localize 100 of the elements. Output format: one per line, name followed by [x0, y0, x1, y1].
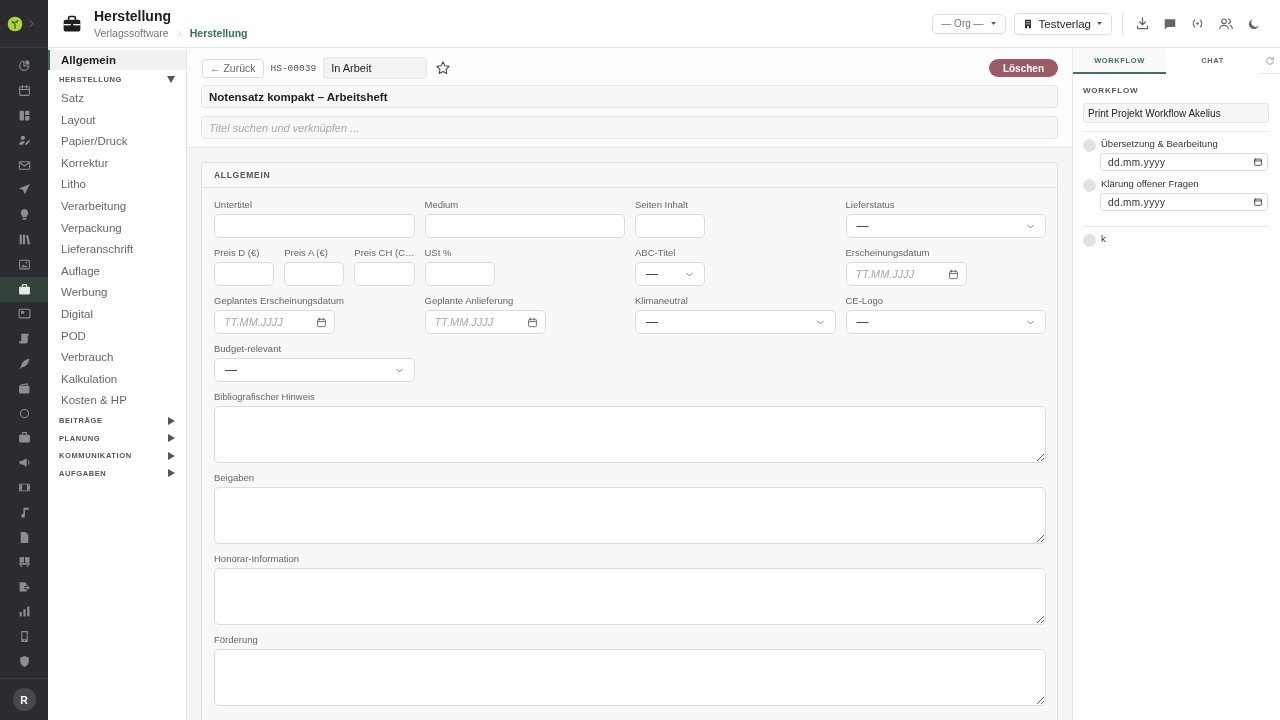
refresh-icon[interactable] — [1264, 55, 1275, 66]
breadcrumb-link[interactable]: Verlagssoftware — [94, 26, 169, 40]
select-field[interactable]: — — [635, 262, 705, 286]
textarea-field[interactable] — [214, 406, 1046, 463]
field-label: Preis A (€) — [284, 246, 328, 259]
tenant-dropdown[interactable]: Testverlag — [1013, 12, 1112, 35]
field-label: Budget-relevant — [214, 342, 282, 355]
nav-item[interactable]: Verpackung — [48, 217, 186, 240]
search-field[interactable]: Titel suchen und verknüpfen ... — [201, 116, 1058, 139]
field-label: Bibliografischer Hinweis — [214, 390, 315, 403]
title-field[interactable]: Notensatz kompakt – Arbeitsheft — [201, 85, 1058, 108]
field-label: Förderung — [214, 633, 258, 646]
export-icon — [17, 580, 31, 594]
nav-item[interactable]: Satz — [48, 88, 186, 110]
chat-icon[interactable] — [1163, 16, 1177, 31]
feather-icon — [17, 357, 31, 371]
status-dot-icon[interactable] — [1083, 234, 1096, 247]
nav-item[interactable]: Papier/Druck — [48, 131, 186, 153]
date-field[interactable]: dd.mm.yyyy — [1100, 193, 1268, 211]
card-icon — [17, 307, 31, 321]
nav-item[interactable]: Verbrauch — [48, 347, 186, 369]
calendar-icon[interactable] — [526, 316, 538, 328]
nav-item[interactable]: Layout — [48, 109, 186, 132]
text-field[interactable] — [424, 262, 495, 286]
megaphone-icon — [17, 456, 31, 470]
date-field[interactable]: TT.MM.JJJJ — [424, 310, 546, 334]
field-label: CE-Logo — [845, 294, 883, 307]
nav-item[interactable]: Litho — [48, 174, 186, 196]
text-field[interactable] — [284, 262, 345, 286]
logo-icon[interactable] — [7, 15, 23, 32]
calendar-icon[interactable] — [316, 316, 327, 328]
field-label: Medium — [424, 198, 459, 211]
download-icon[interactable] — [1135, 16, 1150, 31]
nav-item[interactable]: Werbung — [48, 282, 186, 304]
status-dot-icon[interactable] — [1083, 139, 1096, 152]
scroll-icon — [17, 332, 31, 346]
select-field[interactable]: — — [845, 214, 1046, 238]
org-dropdown[interactable]: — Org — — [932, 13, 1006, 34]
broadcast-icon[interactable] — [1190, 16, 1205, 31]
building-icon — [1022, 18, 1033, 29]
textarea-field[interactable] — [214, 487, 1046, 544]
nav-item[interactable]: Kosten & HP — [48, 390, 186, 412]
nav-item[interactable]: Korrektur — [48, 152, 186, 175]
text-field[interactable] — [214, 214, 415, 238]
date-field[interactable]: TT.MM.JJJJ — [214, 310, 335, 334]
back-button[interactable]: ← Zurück — [202, 58, 264, 78]
nav-item[interactable]: Kalkulation — [48, 368, 186, 391]
text-field[interactable] — [354, 262, 415, 286]
text-field[interactable] — [635, 214, 705, 238]
text-field[interactable] — [424, 214, 625, 238]
calendar-icon[interactable] — [1253, 157, 1263, 167]
field-label: Seiten Inhalt — [635, 198, 688, 211]
field-label: Honorar-Information — [214, 552, 299, 565]
delete-button[interactable]: Löschen — [988, 59, 1058, 77]
calendar-icon[interactable] — [1253, 197, 1263, 207]
workflow-field[interactable]: Print Projekt Workflow Akelius — [1083, 103, 1269, 123]
nav-item[interactable]: Auflage — [48, 260, 186, 283]
users-icon[interactable] — [1218, 15, 1234, 32]
briefcase-icon — [62, 14, 82, 33]
nav-item[interactable]: Allgemein — [48, 50, 186, 70]
section-title: ALLGEMEIN — [214, 170, 271, 180]
text-field[interactable] — [214, 262, 275, 286]
date-field[interactable]: dd.mm.yyyy — [1100, 153, 1268, 171]
nav-item[interactable]: Digital — [48, 303, 186, 326]
nav-item[interactable]: POD — [48, 325, 186, 348]
nav-button[interactable] — [0, 276, 48, 302]
select-field[interactable]: — — [214, 358, 415, 382]
nav-item[interactable]: Lieferanschrift — [48, 239, 186, 261]
field-label: Erscheinungsdatum — [845, 246, 930, 259]
section-heading: WORKFLOW — [1083, 85, 1139, 97]
calendar-icon[interactable] — [947, 268, 959, 280]
field-label: Klimaneutral — [635, 294, 688, 307]
pallet-icon — [17, 555, 31, 569]
wallet-icon — [17, 381, 31, 395]
record-id: HS-00039 — [270, 62, 317, 74]
field-label: Geplante Anlieferung — [424, 294, 514, 307]
chevron-right-icon — [175, 29, 183, 37]
ring-icon — [17, 406, 31, 420]
status-dot-icon[interactable] — [1083, 179, 1096, 192]
field-label: USt % — [424, 246, 452, 259]
user-edit-icon — [17, 133, 31, 147]
textarea-field[interactable] — [214, 568, 1046, 625]
select-field[interactable]: — — [635, 310, 836, 334]
textarea-field[interactable] — [214, 649, 1046, 706]
nav-item[interactable]: Verarbeitung — [48, 195, 186, 218]
status-field[interactable]: In Arbeit — [323, 57, 428, 79]
select-field[interactable]: — — [845, 310, 1046, 334]
bar-chart-icon — [17, 605, 31, 618]
step-label: k — [1101, 233, 1106, 245]
field-label: Preis D (€) — [214, 246, 260, 259]
field-label: Geplantes Erscheinungsdatum — [214, 294, 344, 307]
books-icon — [17, 233, 31, 247]
briefcase-icon — [17, 282, 31, 296]
caret-down-icon — [1097, 22, 1102, 25]
pie-chart-icon — [17, 59, 31, 73]
date-field[interactable]: TT.MM.JJJJ — [845, 262, 967, 286]
star-icon[interactable] — [435, 60, 452, 76]
dashboard-icon — [17, 109, 31, 123]
user-avatar[interactable]: R — [12, 688, 36, 711]
field-label: Lieferstatus — [845, 198, 895, 211]
